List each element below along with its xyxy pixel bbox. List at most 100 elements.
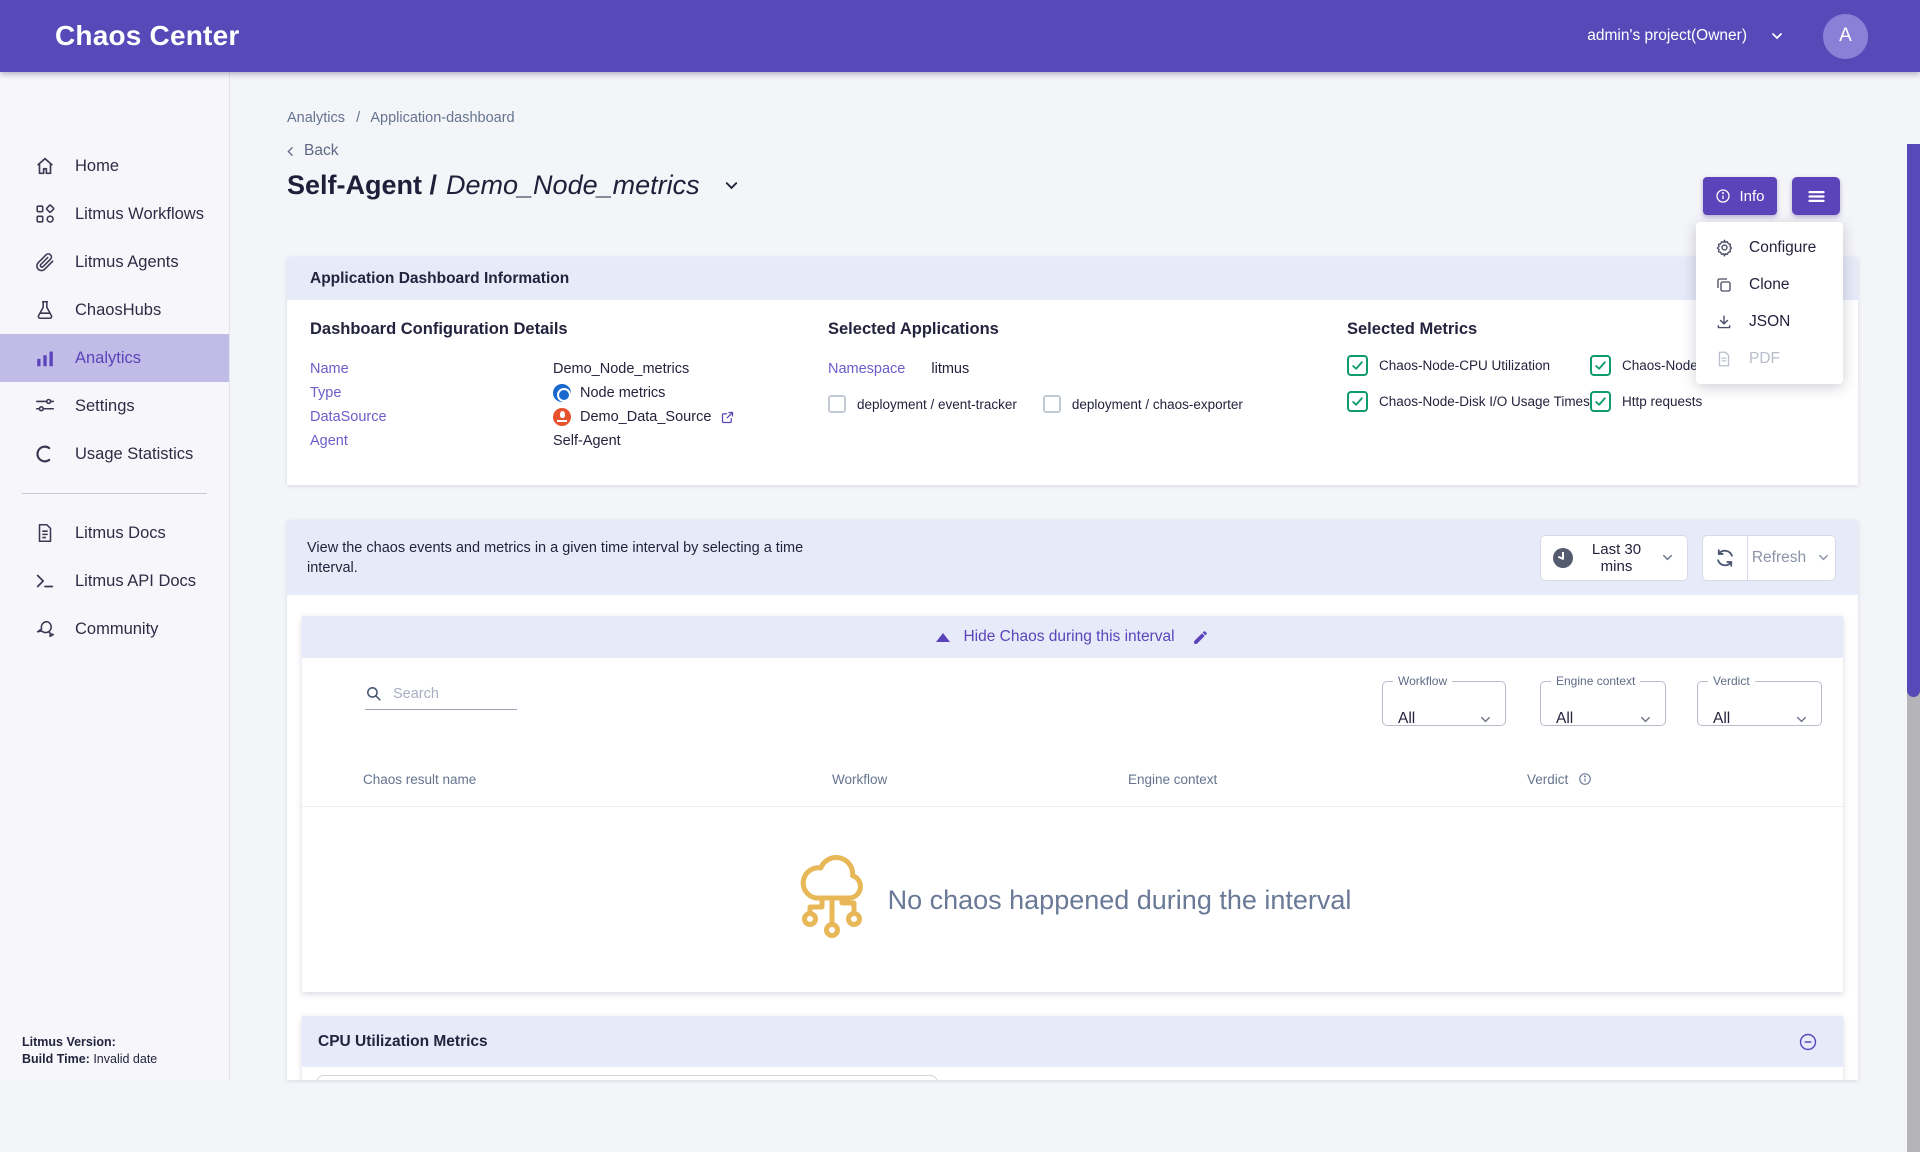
cloud-network-icon bbox=[794, 852, 870, 948]
verdict-filter[interactable]: Verdict All bbox=[1697, 674, 1822, 726]
back-label: Back bbox=[304, 142, 338, 160]
sidebar-item-home[interactable]: Home bbox=[0, 142, 229, 190]
node-metrics-icon bbox=[553, 384, 571, 402]
avatar[interactable]: A bbox=[1823, 14, 1868, 59]
table-header-chaos-result-name: Chaos result name bbox=[363, 772, 476, 787]
time-range-value: Last 30 mins bbox=[1585, 541, 1648, 575]
collapse-minus-icon[interactable] bbox=[1798, 1032, 1818, 1052]
hide-chaos-label: Hide Chaos during this interval bbox=[963, 628, 1174, 646]
scrollbar-track[interactable] bbox=[1907, 144, 1920, 1152]
search-field bbox=[365, 680, 517, 710]
dashboard-configuration-details: Dashboard Configuration Details Name Dem… bbox=[310, 320, 815, 453]
config-label: Type bbox=[310, 385, 553, 401]
breadcrumb-application-dashboard[interactable]: Application-dashboard bbox=[370, 110, 514, 126]
metric-checkbox-disk-io-times[interactable]: Chaos-Node-Disk I/O Usage Times bbox=[1347, 391, 1590, 412]
filter-label: Workflow bbox=[1393, 674, 1452, 688]
checkbox-checked[interactable] bbox=[1347, 391, 1368, 412]
dashboard-menu-button[interactable] bbox=[1792, 177, 1840, 215]
refresh-now-button[interactable] bbox=[1702, 535, 1748, 581]
metric-checkbox-cpu-utilization[interactable]: Chaos-Node-CPU Utilization bbox=[1347, 355, 1590, 376]
checkbox-unchecked[interactable] bbox=[828, 395, 846, 413]
sidebar-item-label: Settings bbox=[75, 397, 135, 416]
external-link-icon[interactable] bbox=[720, 410, 735, 425]
section-heading: Dashboard Configuration Details bbox=[310, 320, 815, 339]
home-icon bbox=[33, 154, 57, 178]
sidebar-item-label: Analytics bbox=[75, 349, 141, 368]
filter-label: Verdict bbox=[1708, 674, 1755, 688]
analytics-icon bbox=[33, 346, 57, 370]
search-input[interactable] bbox=[365, 680, 517, 710]
checkbox-checked[interactable] bbox=[1347, 355, 1368, 376]
sidebar-item-settings[interactable]: Settings bbox=[0, 382, 229, 430]
namespace-label: Namespace bbox=[828, 361, 905, 377]
filter-value: All bbox=[1398, 710, 1415, 728]
workflows-icon bbox=[33, 202, 57, 226]
prometheus-icon bbox=[553, 408, 571, 426]
sidebar-item-usage-statistics[interactable]: Usage Statistics bbox=[0, 430, 229, 478]
agent-name: Self-Agent / bbox=[287, 170, 437, 201]
refresh-interval-dropdown[interactable]: Refresh bbox=[1748, 535, 1836, 581]
datasource-link[interactable]: Demo_Data_Source bbox=[553, 408, 735, 426]
sidebar-divider bbox=[22, 493, 207, 494]
info-icon[interactable] bbox=[1578, 772, 1592, 786]
dashboard-actions: Info bbox=[1703, 177, 1840, 215]
page-title: Self-Agent / Demo_Node_metrics bbox=[287, 170, 741, 201]
application-checkbox-event-tracker[interactable]: deployment / event-tracker bbox=[828, 395, 1017, 413]
back-button[interactable]: Back bbox=[284, 142, 338, 160]
sidebar-item-litmus-workflows[interactable]: Litmus Workflows bbox=[0, 190, 229, 238]
checkbox-unchecked[interactable] bbox=[1043, 395, 1061, 413]
sidebar-item-label: Litmus API Docs bbox=[75, 572, 196, 591]
time-interval-description: View the chaos events and metrics in a g… bbox=[307, 538, 847, 578]
sidebar-item-label: Litmus Agents bbox=[75, 253, 179, 272]
chevron-down-icon bbox=[1638, 712, 1653, 727]
paperclip-icon bbox=[33, 250, 57, 274]
hide-chaos-toggle[interactable]: Hide Chaos during this interval bbox=[302, 616, 1843, 658]
time-range-dropdown[interactable]: Last 30 mins bbox=[1540, 535, 1688, 581]
filter-value: All bbox=[1713, 710, 1730, 728]
breadcrumb: Analytics / Application-dashboard bbox=[287, 110, 515, 126]
table-header-divider bbox=[302, 806, 1843, 807]
metric-checkbox-http-requests[interactable]: Http requests bbox=[1590, 391, 1852, 412]
project-selector-label[interactable]: admin's project(Owner) bbox=[1587, 27, 1747, 45]
menu-item-clone[interactable]: Clone bbox=[1696, 266, 1843, 303]
info-icon bbox=[1715, 188, 1731, 204]
app-title: Chaos Center bbox=[55, 20, 239, 52]
table-header-workflow: Workflow bbox=[832, 772, 887, 787]
menu-item-json[interactable]: JSON bbox=[1696, 303, 1843, 340]
info-button-label: Info bbox=[1739, 188, 1764, 205]
info-button[interactable]: Info bbox=[1703, 177, 1777, 215]
main-content: Analytics / Application-dashboard Back S… bbox=[230, 72, 1920, 1080]
time-interval-bar: View the chaos events and metrics in a g… bbox=[287, 520, 1858, 595]
sidebar-item-analytics[interactable]: Analytics bbox=[0, 334, 229, 382]
table-header-verdict: Verdict bbox=[1527, 772, 1592, 787]
hamburger-icon bbox=[1806, 186, 1827, 207]
checkbox-checked[interactable] bbox=[1590, 391, 1611, 412]
chevron-down-icon[interactable] bbox=[1769, 28, 1785, 44]
build-time-value: Invalid date bbox=[93, 1052, 157, 1066]
sidebar-item-community[interactable]: Community bbox=[0, 605, 229, 653]
config-label: DataSource bbox=[310, 409, 553, 425]
menu-item-pdf: PDF bbox=[1696, 340, 1843, 377]
sidebar-item-litmus-docs[interactable]: Litmus Docs bbox=[0, 509, 229, 557]
breadcrumb-analytics[interactable]: Analytics bbox=[287, 110, 345, 126]
application-checkbox-chaos-exporter[interactable]: deployment / chaos-exporter bbox=[1043, 395, 1243, 413]
workflow-filter[interactable]: Workflow All bbox=[1382, 674, 1506, 726]
edit-pencil-icon[interactable] bbox=[1192, 629, 1209, 646]
sidebar-item-litmus-agents[interactable]: Litmus Agents bbox=[0, 238, 229, 286]
caret-up-icon bbox=[936, 633, 950, 642]
engine-context-filter[interactable]: Engine context All bbox=[1540, 674, 1666, 726]
menu-item-configure[interactable]: Configure bbox=[1696, 229, 1843, 266]
config-value: Demo_Node_metrics bbox=[553, 361, 689, 377]
cpu-utilization-section: CPU Utilization Metrics bbox=[302, 1016, 1843, 1080]
config-row-type: Type Node metrics bbox=[310, 381, 815, 405]
sidebar-item-chaoshubs[interactable]: ChaosHubs bbox=[0, 286, 229, 334]
chevron-down-icon[interactable] bbox=[722, 176, 741, 195]
checkbox-checked[interactable] bbox=[1590, 355, 1611, 376]
chevron-down-icon bbox=[1660, 550, 1675, 565]
top-header: Chaos Center admin's project(Owner) A bbox=[0, 0, 1920, 72]
checkbox-label: Chaos-Node-Disk I/O Usage Times bbox=[1379, 394, 1590, 409]
scrollbar-thumb[interactable] bbox=[1907, 144, 1920, 697]
file-icon bbox=[1714, 349, 1734, 369]
menu-item-label: PDF bbox=[1749, 350, 1780, 368]
sidebar-item-litmus-api-docs[interactable]: Litmus API Docs bbox=[0, 557, 229, 605]
